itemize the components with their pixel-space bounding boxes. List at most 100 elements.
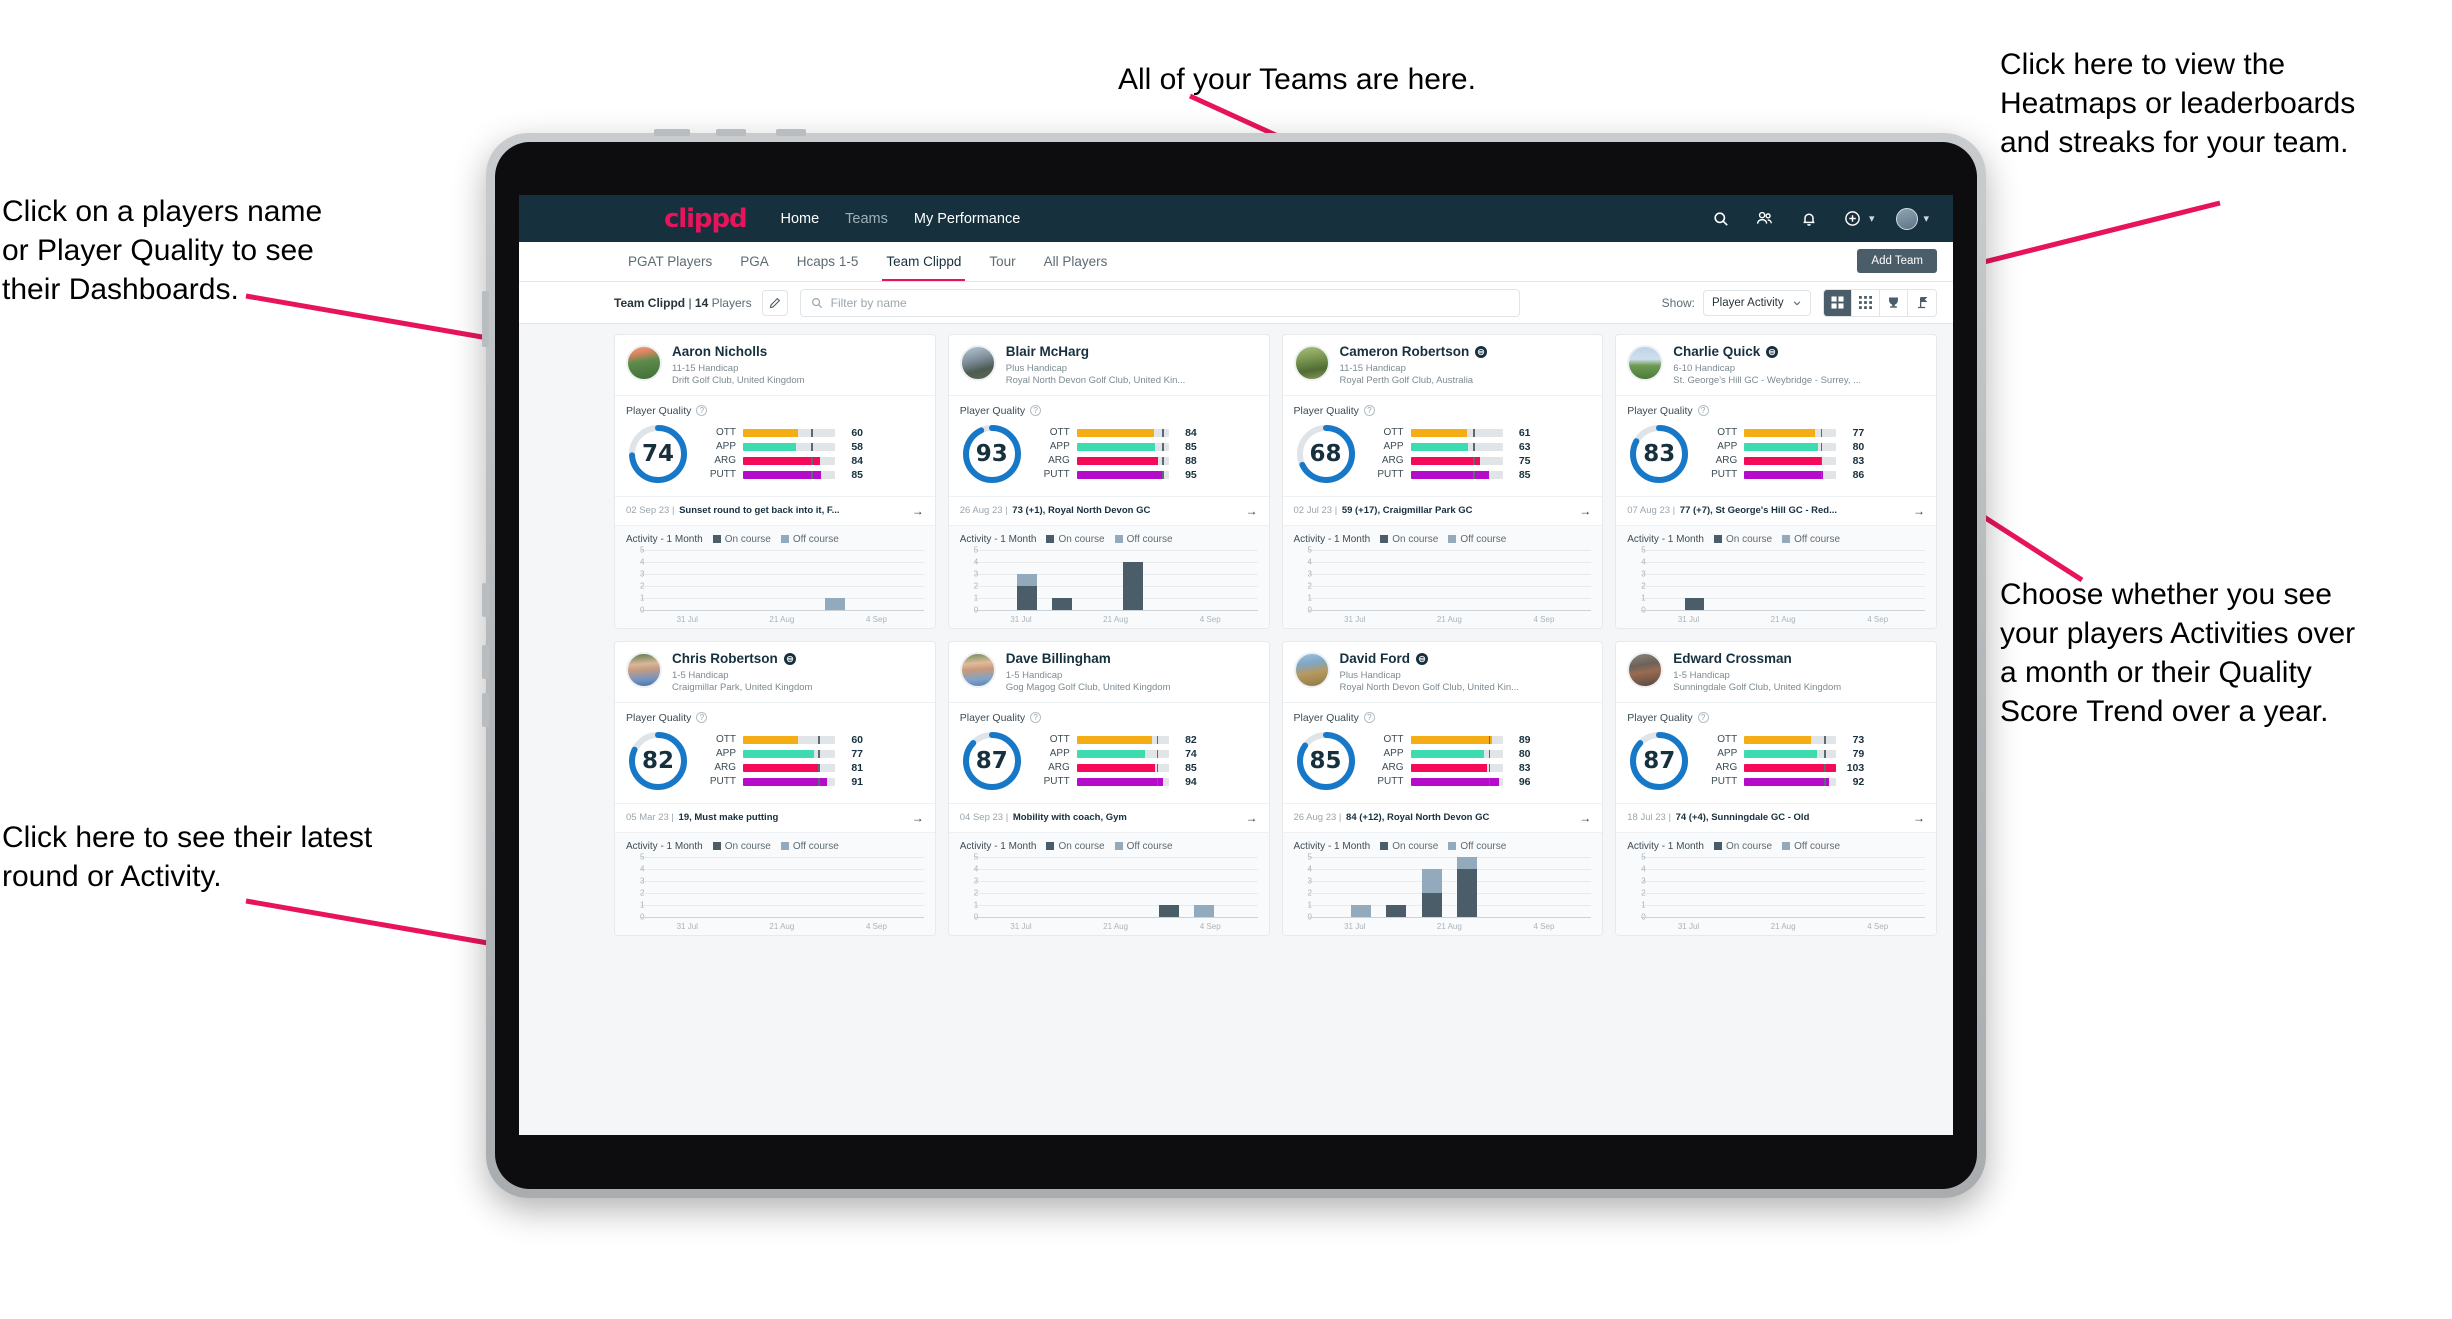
search-input[interactable]: Filter by name (799, 288, 1520, 317)
player-name[interactable]: Blair McHarg (1006, 344, 1089, 360)
arrow-right-icon[interactable]: → (904, 811, 924, 825)
help-icon[interactable]: ? (696, 712, 708, 724)
help-icon[interactable]: ? (1030, 405, 1042, 417)
player-name-row[interactable]: Blair McHarg (1006, 344, 1258, 360)
metric-bar-fill (1744, 456, 1821, 465)
help-icon[interactable]: ? (1363, 712, 1375, 724)
bell-icon[interactable] (1798, 208, 1820, 230)
player-card[interactable]: Dave Billingham 1-5 Handicap Gog Magog G… (947, 640, 1270, 936)
player-card[interactable]: Cameron Robertson 11-15 Handicap Royal P… (1281, 334, 1604, 629)
player-card-header[interactable]: Edward Crossman 1-5 Handicap Sunningdale… (1616, 642, 1936, 702)
help-icon[interactable]: ? (1363, 405, 1375, 417)
nav-link-my-performance[interactable]: My Performance (914, 211, 1020, 227)
help-icon[interactable]: ? (1030, 712, 1042, 724)
latest-activity-row[interactable]: 02 Jul 23 | 59 (+17), Craigmillar Park G… (1282, 495, 1603, 525)
player-quality-section[interactable]: Player Quality ? 87 OTT 82 APP 74 ARG 85… (949, 703, 1269, 803)
nav-link-home[interactable]: Home (780, 211, 819, 227)
tab-hcaps-1-5[interactable]: Hcaps 1-5 (783, 242, 873, 281)
player-name-row[interactable]: Aaron Nicholls (672, 344, 924, 360)
tab-pgat-players[interactable]: PGAT Players (614, 242, 726, 281)
arrow-right-icon[interactable]: → (1238, 811, 1258, 825)
player-card[interactable]: Aaron Nicholls 11-15 Handicap Drift Golf… (614, 334, 936, 629)
avatar-chevron-down-icon[interactable]: ▾ (1923, 212, 1929, 225)
grid-large-view-button[interactable] (1824, 289, 1852, 316)
tab-pga[interactable]: PGA (726, 242, 783, 281)
trophy-leaderboard-view-button[interactable] (1880, 289, 1908, 316)
metric-value: 77 (851, 747, 863, 760)
chart-bar-slot (1556, 857, 1591, 917)
latest-activity-row[interactable]: 18 Jul 23 | 74 (+4), Sunningdale GC - Ol… (1616, 802, 1936, 832)
arrow-right-icon[interactable]: → (904, 504, 924, 518)
add-team-button[interactable]: Add Team (1857, 249, 1937, 273)
show-select[interactable]: Player Activity (1703, 289, 1811, 316)
chart-x-tick-label: 31 Jul (1344, 921, 1366, 931)
player-quality-section[interactable]: Player Quality ? 68 OTT 61 APP 63 ARG 75… (1283, 396, 1603, 496)
avatar[interactable] (1896, 207, 1919, 230)
plus-chevron-down-icon[interactable]: ▾ (1869, 212, 1875, 225)
player-card-header[interactable]: Blair McHarg Plus Handicap Royal North D… (949, 335, 1269, 395)
arrow-right-icon[interactable]: → (1905, 811, 1925, 825)
player-name-row[interactable]: David Ford (1340, 651, 1592, 667)
player-name[interactable]: Aaron Nicholls (672, 344, 767, 360)
chart-bar-slot (1414, 857, 1449, 917)
player-card[interactable]: Edward Crossman 1-5 Handicap Sunningdale… (1615, 640, 1937, 936)
player-card-header[interactable]: Aaron Nicholls 11-15 Handicap Drift Golf… (615, 335, 935, 395)
help-icon[interactable]: ? (696, 405, 708, 417)
search-icon[interactable] (1710, 208, 1732, 230)
metric-bar-fill (1410, 735, 1493, 744)
arrow-right-icon[interactable]: → (1571, 811, 1591, 825)
arrow-right-icon[interactable]: → (1571, 504, 1591, 518)
arrow-right-icon[interactable]: → (1905, 504, 1925, 518)
player-quality-section[interactable]: Player Quality ? 83 OTT 77 APP 80 ARG 83… (1616, 396, 1936, 496)
player-name-row[interactable]: Dave Billingham (1006, 651, 1258, 667)
help-icon[interactable]: ? (1697, 405, 1709, 417)
player-quality-body: 74 OTT 60 APP 58 ARG 84 PUTT 85 (626, 422, 924, 486)
player-quality-section[interactable]: Player Quality ? 87 OTT 73 APP 79 ARG 10… (1616, 703, 1936, 803)
metric-bar (1744, 442, 1837, 451)
player-name[interactable]: Dave Billingham (1006, 651, 1111, 667)
player-quality-section[interactable]: Player Quality ? 82 OTT 60 APP 77 ARG 81… (615, 703, 935, 803)
latest-activity-row[interactable]: 04 Sep 23 | Mobility with coach, Gym → (948, 802, 1269, 832)
player-card[interactable]: David Ford Plus Handicap Royal North Dev… (1281, 640, 1604, 936)
metric-bar-fill (1076, 442, 1155, 451)
tab-team-clippd[interactable]: Team Clippd (872, 242, 975, 281)
player-card-header[interactable]: Cameron Robertson 11-15 Handicap Royal P… (1283, 335, 1603, 395)
plus-circle-icon[interactable] (1842, 208, 1864, 230)
latest-activity-row[interactable]: 05 Mar 23 | 19, Must make putting → (615, 802, 935, 832)
player-card-header[interactable]: Charlie Quick 6-10 Handicap St. George's… (1616, 335, 1936, 395)
player-quality-section[interactable]: Player Quality ? 74 OTT 60 APP 58 ARG 84… (615, 396, 935, 496)
metric-row: APP 74 (1036, 747, 1258, 761)
metric-label: ARG (1381, 762, 1404, 774)
player-card[interactable]: Charlie Quick 6-10 Handicap St. George's… (1615, 334, 1937, 629)
flag-heatmap-view-button[interactable] (1908, 289, 1936, 316)
player-name[interactable]: Cameron Robertson (1340, 344, 1470, 360)
tab-all-players[interactable]: All Players (1030, 242, 1122, 281)
latest-activity-row[interactable]: 26 Aug 23 | 84 (+12), Royal North Devon … (1282, 802, 1603, 832)
player-card-header[interactable]: David Ford Plus Handicap Royal North Dev… (1283, 642, 1603, 702)
player-card[interactable]: Blair McHarg Plus Handicap Royal North D… (947, 334, 1270, 629)
nav-link-teams[interactable]: Teams (845, 211, 888, 227)
player-card[interactable]: Chris Robertson 1-5 Handicap Craigmillar… (614, 640, 936, 936)
player-card-header[interactable]: Chris Robertson 1-5 Handicap Craigmillar… (615, 642, 935, 702)
clippd-logo[interactable]: clippd (664, 204, 748, 234)
latest-activity-row[interactable]: 02 Sep 23 | Sunset round to get back int… (615, 495, 935, 525)
grid-small-view-button[interactable] (1852, 289, 1880, 316)
player-name[interactable]: Chris Robertson (672, 651, 778, 667)
player-quality-section[interactable]: Player Quality ? 93 OTT 84 APP 85 ARG 88… (949, 396, 1269, 496)
player-name-row[interactable]: Edward Crossman (1673, 651, 1925, 667)
player-name-row[interactable]: Chris Robertson (672, 651, 924, 667)
player-name-row[interactable]: Cameron Robertson (1340, 344, 1592, 360)
latest-activity-row[interactable]: 26 Aug 23 | 73 (+1), Royal North Devon G… (948, 495, 1269, 525)
pencil-icon[interactable] (761, 289, 788, 316)
player-card-header[interactable]: Dave Billingham 1-5 Handicap Gog Magog G… (949, 642, 1269, 702)
player-name-row[interactable]: Charlie Quick (1673, 344, 1925, 360)
player-name[interactable]: Edward Crossman (1673, 651, 1792, 667)
player-name[interactable]: David Ford (1340, 651, 1411, 667)
help-icon[interactable]: ? (1697, 712, 1709, 724)
player-name[interactable]: Charlie Quick (1673, 344, 1760, 360)
people-icon[interactable] (1754, 208, 1776, 230)
tab-tour[interactable]: Tour (975, 242, 1029, 281)
arrow-right-icon[interactable]: → (1238, 504, 1258, 518)
latest-activity-row[interactable]: 07 Aug 23 | 77 (+7), St George's Hill GC… (1616, 495, 1936, 525)
player-quality-section[interactable]: Player Quality ? 85 OTT 89 APP 80 ARG 83… (1283, 703, 1603, 803)
